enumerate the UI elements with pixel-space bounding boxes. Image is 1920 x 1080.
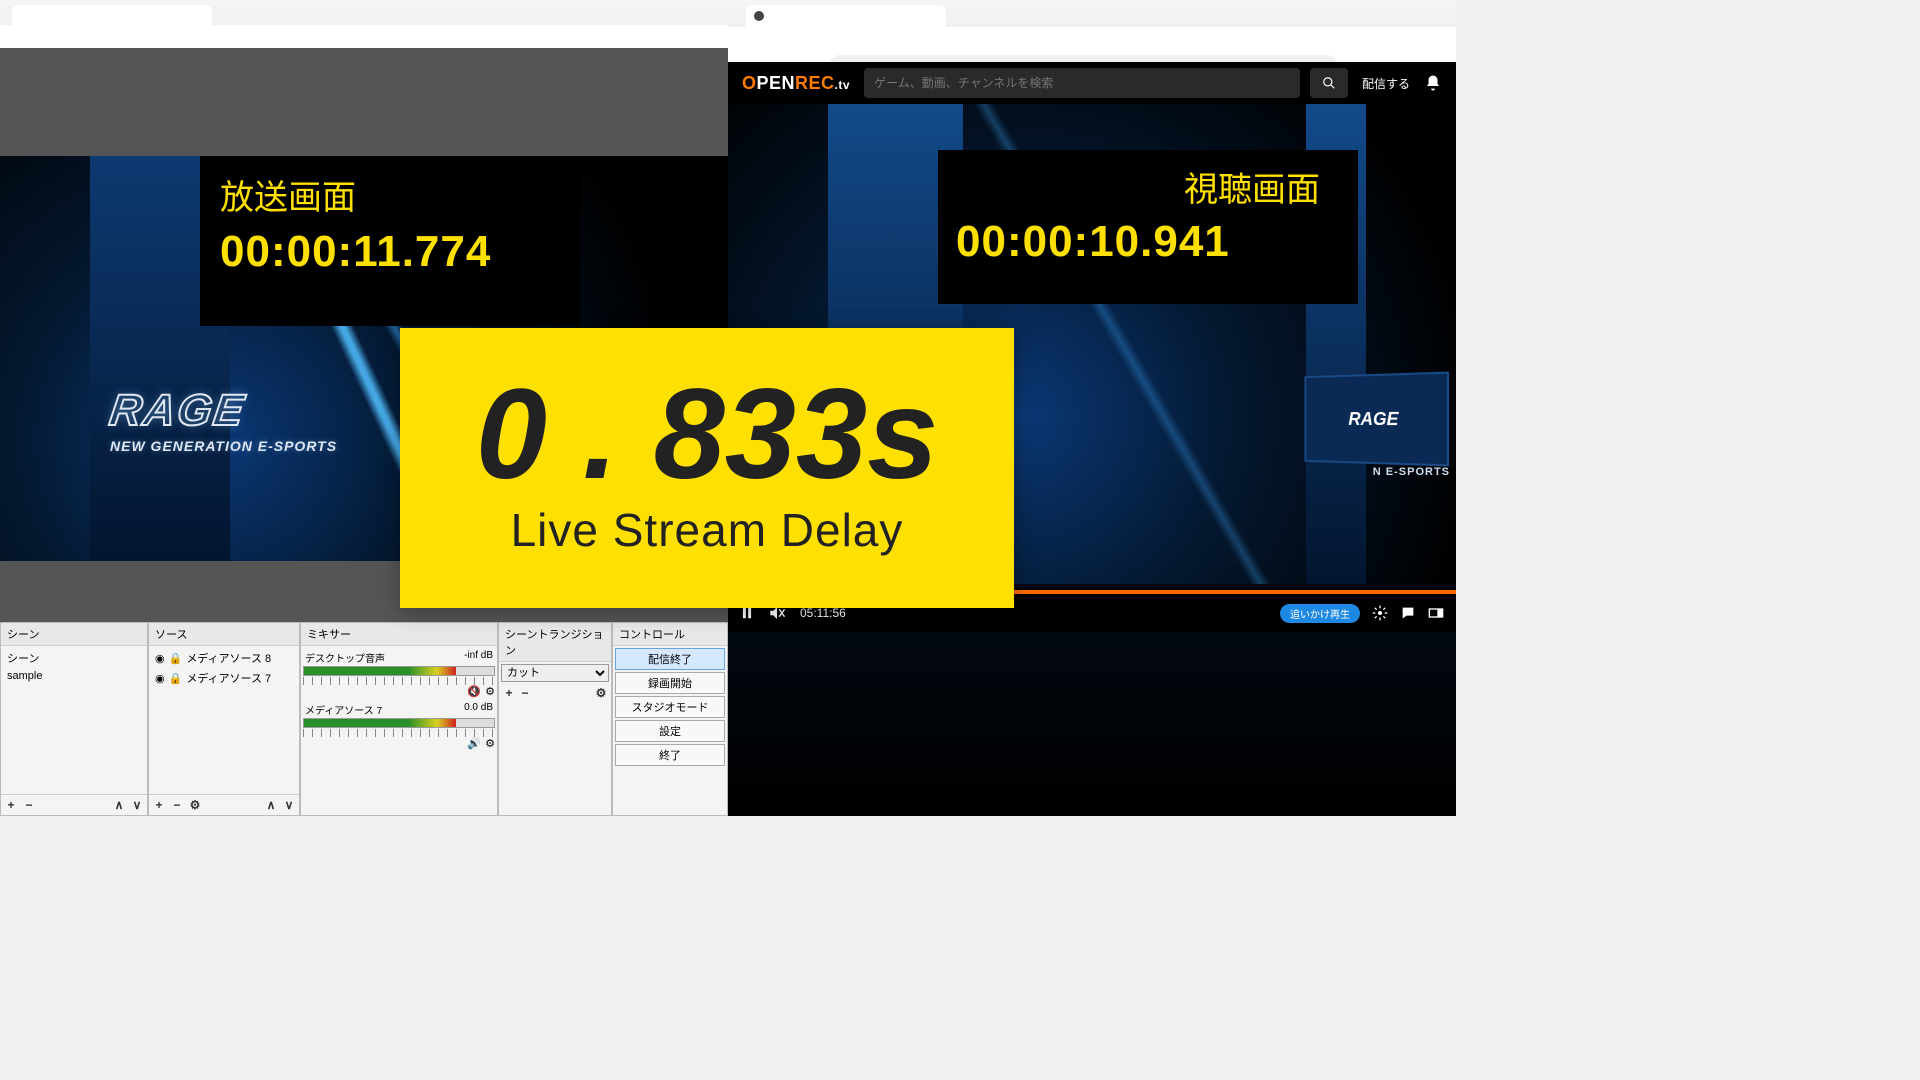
browser-toolbar [728,27,1456,62]
stop-stream-button[interactable]: 配信終了 [615,648,725,670]
volume-meter [303,666,495,676]
stream-link[interactable]: 配信する [1362,75,1410,92]
channel-level: -inf dB [464,650,493,665]
channel-name: デスクトップ音声 [305,650,385,665]
source-label: メディアソース 8 [186,650,271,666]
transition-body: カット +− ⚙ [499,662,611,815]
broadcast-label: 放送画面 [220,170,560,219]
mixer-channel: デスクトップ音声 -inf dB 🔇 ⚙ [303,648,495,700]
stage-logo-text: RAGE [106,386,248,436]
channel-name: メディアソース 7 [305,702,382,717]
browser-tab[interactable] [746,5,946,27]
visibility-icon[interactable]: ◉ [155,652,165,665]
channel-level: 0.0 dB [464,702,493,717]
brand-o: O [742,73,757,93]
gear-icon[interactable]: ⚙ [485,685,495,698]
transition-header: シーントランジション [499,623,611,662]
source-item[interactable]: ◉ 🔒メディアソース 7 [151,668,297,688]
source-item[interactable]: ◉ 🔒メディアソース 8 [151,648,297,668]
brand-logo[interactable]: OPENREC.tv [742,73,850,94]
stage-mini-screen: RAGE [1304,372,1449,467]
site-header: OPENREC.tv 配信する [728,62,1456,104]
gear-icon[interactable]: ⚙ [485,737,495,750]
delay-value: 0 . 833s [476,371,939,499]
browser-chrome [728,0,1456,62]
speaker-icon[interactable]: 🔊 [467,737,481,750]
brand-tv: .tv [835,78,851,92]
mixer-channel: メディアソース 7 0.0 dB 🔊 ⚙ [303,700,495,752]
gear-icon[interactable]: ⚙ [593,685,609,701]
stage-subtitle: N E-SPORTS [1373,466,1450,478]
studio-mode-button[interactable]: スタジオモード [615,696,725,718]
mixer-header: ミキサー [301,623,497,646]
delay-card: 0 . 833s Live Stream Delay [400,328,1014,608]
viewer-label: 視聴画面 [956,162,1340,211]
obs-panels: シーン シーン sample + − ∧ ∨ ソース ◉ 🔒メディアソース 8 ◉… [0,622,728,816]
add-icon[interactable]: + [151,797,167,813]
lock-icon[interactable]: 🔒 [169,652,183,665]
viewer-overlay: 視聴画面 00:00:10.941 [938,150,1358,304]
scenes-header: シーン [1,623,147,646]
player-right-controls: 追いかけ再生 [1280,604,1444,623]
brand-rec: REC [795,73,835,93]
window-tab[interactable] [12,5,212,25]
source-label: メディアソース 7 [186,670,271,686]
transition-panel: シーントランジション カット +− ⚙ [498,622,612,816]
up-icon[interactable]: ∧ [263,797,279,813]
exit-button[interactable]: 終了 [615,744,725,766]
stage-subtitle: NEW GENERATION E-SPORTS [110,438,337,454]
below-player-area [728,632,1456,816]
broadcast-overlay: 放送画面 00:00:11.774 [200,156,580,326]
scenes-list[interactable]: シーン sample [1,646,147,794]
mixer-panel: ミキサー デスクトップ音声 -inf dB 🔇 ⚙ メディアソース 7 0.0 dB … [300,622,498,816]
up-icon[interactable]: ∧ [111,797,127,813]
down-icon[interactable]: ∨ [129,797,145,813]
search-input[interactable] [874,76,1290,90]
down-icon[interactable]: ∨ [281,797,297,813]
scene-item[interactable]: sample [3,668,145,684]
lock-icon[interactable]: 🔒 [169,672,183,685]
chase-play-badge[interactable]: 追いかけ再生 [1280,604,1360,623]
favicon-icon [754,11,764,21]
sources-list[interactable]: ◉ 🔒メディアソース 8 ◉ 🔒メディアソース 7 [149,646,299,794]
delay-label: Live Stream Delay [511,503,904,557]
chat-icon[interactable] [1400,605,1416,621]
sources-toolbar: + − ⚙ ∧ ∨ [149,794,299,815]
search-box[interactable] [864,68,1300,98]
mixer-body: デスクトップ音声 -inf dB 🔇 ⚙ メディアソース 7 0.0 dB 🔊 ⚙ [301,646,497,815]
gear-icon[interactable]: ⚙ [187,797,203,813]
volume-meter [303,718,495,728]
sources-header: ソース [149,623,299,646]
broadcast-timer: 00:00:11.774 [220,227,560,277]
viewer-timer: 00:00:10.941 [956,217,1340,267]
visibility-icon[interactable]: ◉ [155,672,165,685]
scenes-panel: シーン シーン sample + − ∧ ∨ [0,622,148,816]
remove-icon[interactable]: − [21,797,37,813]
add-icon[interactable]: + [501,685,517,701]
add-icon[interactable]: + [3,797,19,813]
volume-ticks [303,677,495,685]
remove-icon[interactable]: − [169,797,185,813]
settings-button[interactable]: 設定 [615,720,725,742]
pause-icon[interactable] [740,606,754,620]
controls-header: コントロール [613,623,727,646]
player-time: 05:11:56 [800,606,846,620]
brand-pen: PEN [757,73,796,93]
sources-panel: ソース ◉ 🔒メディアソース 8 ◉ 🔒メディアソース 7 + − ⚙ ∧ ∨ [148,622,300,816]
header-right: 配信する [1362,74,1442,92]
remove-icon[interactable]: − [517,685,533,701]
volume-ticks [303,729,495,737]
theater-icon[interactable] [1428,605,1444,621]
transition-select[interactable]: カット [501,664,609,682]
gear-icon[interactable] [1372,605,1388,621]
bell-icon[interactable] [1424,74,1442,92]
controls-panel: コントロール 配信終了 録画開始 スタジオモード 設定 終了 [612,622,728,816]
search-button[interactable] [1310,68,1348,98]
controls-buttons: 配信終了 録画開始 スタジオモード 設定 終了 [613,646,727,768]
search-icon [1322,76,1336,90]
scenes-toolbar: + − ∧ ∨ [1,794,147,815]
start-record-button[interactable]: 録画開始 [615,672,725,694]
scene-item[interactable]: シーン [3,648,145,668]
mute-icon[interactable]: 🔇 [467,685,481,698]
